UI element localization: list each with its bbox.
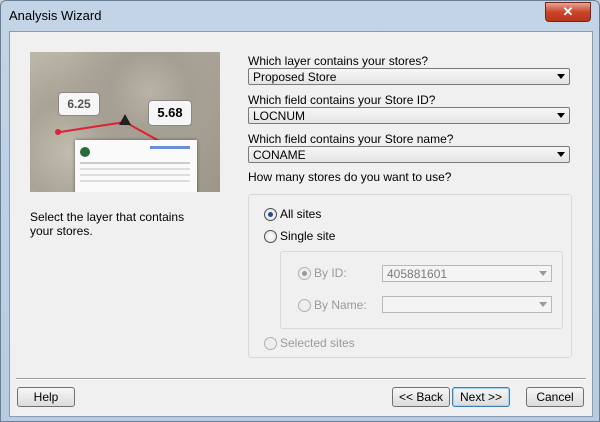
by-name-dropdown[interactable]: [382, 296, 552, 313]
single-site-radio[interactable]: [264, 230, 277, 243]
window-title: Analysis Wizard: [9, 8, 102, 23]
selected-sites-label: Selected sites: [280, 336, 355, 350]
by-name-label: By Name:: [314, 298, 367, 312]
wizard-body: 6.25 5.68 Select the layer that contains…: [9, 31, 593, 417]
title-bar[interactable]: Analysis Wizard ✕: [1, 1, 599, 31]
report-lines: [80, 146, 190, 182]
store-id-value: LOCNUM: [253, 109, 306, 123]
by-id-label: By ID:: [314, 266, 347, 280]
analysis-wizard-window: Analysis Wizard ✕ 6.25 5.68 Select the l…: [0, 0, 600, 422]
layer-dropdown[interactable]: Proposed Store: [248, 68, 570, 85]
by-id-radio[interactable]: [298, 267, 311, 280]
store-name-value: CONAME: [253, 148, 306, 162]
help-button[interactable]: Help: [17, 387, 75, 407]
next-button[interactable]: Next >>: [452, 387, 510, 407]
footer-divider: [16, 378, 586, 380]
distance-bubble-left: 6.25: [58, 92, 100, 116]
chevron-down-icon: [539, 302, 547, 307]
close-icon: ✕: [562, 4, 574, 19]
by-id-value: 405881601: [387, 267, 448, 281]
cancel-button[interactable]: Cancel: [526, 387, 584, 407]
layer-value: Proposed Store: [253, 70, 337, 84]
step-description: Select the layer that contains your stor…: [30, 210, 185, 238]
by-id-dropdown[interactable]: 405881601: [382, 265, 552, 282]
store-name-dropdown[interactable]: CONAME: [248, 146, 570, 163]
chevron-down-icon: [557, 113, 565, 118]
stores-question: How many stores do you want to use?: [248, 170, 452, 184]
layer-label: Which layer contains your stores?: [248, 54, 429, 68]
store-name-label: Which field contains your Store name?: [248, 132, 454, 146]
store-id-label: Which field contains your Store ID?: [248, 93, 436, 107]
chevron-down-icon: [539, 271, 547, 276]
report-thumbnail: [75, 140, 197, 192]
wizard-illustration: 6.25 5.68: [30, 52, 220, 192]
by-name-radio[interactable]: [298, 299, 311, 312]
chevron-down-icon: [557, 152, 565, 157]
all-sites-label[interactable]: All sites: [280, 207, 321, 221]
back-button[interactable]: << Back: [392, 387, 450, 407]
distance-bubble-right: 5.68: [148, 100, 192, 126]
chevron-down-icon: [557, 74, 565, 79]
single-site-group: [280, 251, 563, 329]
selected-sites-radio[interactable]: [264, 337, 277, 350]
single-site-label[interactable]: Single site: [280, 229, 335, 243]
close-button[interactable]: ✕: [545, 2, 591, 22]
all-sites-radio[interactable]: [264, 208, 277, 221]
store-id-dropdown[interactable]: LOCNUM: [248, 107, 570, 124]
